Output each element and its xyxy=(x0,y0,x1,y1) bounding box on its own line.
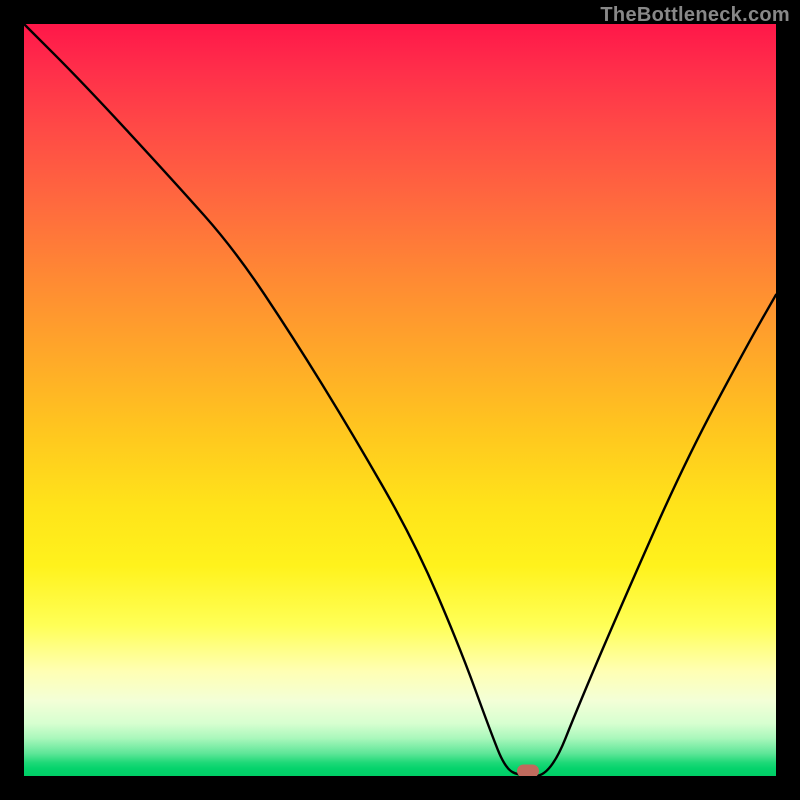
chart-frame: TheBottleneck.com xyxy=(0,0,800,800)
plot-area xyxy=(24,24,776,776)
bottleneck-curve-svg xyxy=(24,24,776,776)
watermark-text: TheBottleneck.com xyxy=(600,4,790,27)
optimal-marker xyxy=(517,765,539,776)
bottleneck-curve-path xyxy=(24,24,776,776)
